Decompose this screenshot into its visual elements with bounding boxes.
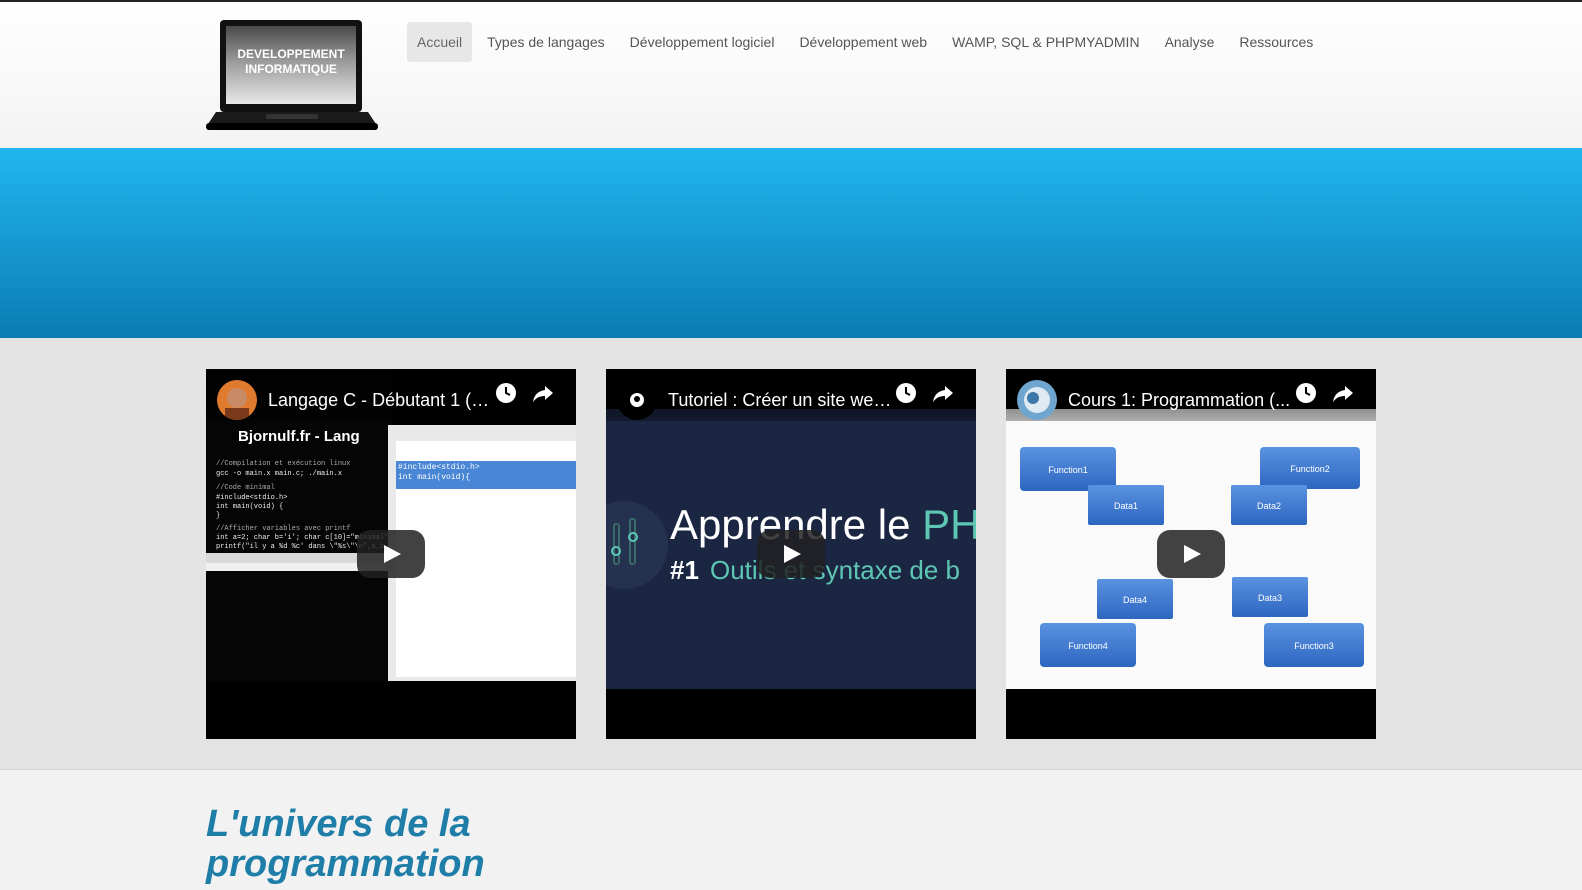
main-nav: Accueil Types de langages Développement … xyxy=(407,22,1328,62)
share-icon[interactable] xyxy=(1330,380,1356,406)
svg-text:Data1: Data1 xyxy=(1114,501,1138,511)
logo-line2: INFORMATIQUE xyxy=(245,62,337,76)
share-icon[interactable] xyxy=(930,380,956,406)
video-embed-3[interactable]: Function1 Function2 Data1 Data2 Data4 Da… xyxy=(1006,369,1376,739)
play-button[interactable] xyxy=(757,530,825,578)
thumb-site-text: Bjornulf.fr - Lang xyxy=(238,428,360,445)
svg-text:Data3: Data3 xyxy=(1258,593,1282,603)
video-title[interactable]: Langage C - Débutant 1 (N... xyxy=(268,390,494,411)
svg-text:gcc -o main.x main.c; ./main.x: gcc -o main.x main.c; ./main.x xyxy=(216,470,342,478)
svg-text:Function4: Function4 xyxy=(1068,641,1108,651)
svg-text:Function2: Function2 xyxy=(1290,464,1330,474)
channel-avatar[interactable] xyxy=(217,380,257,420)
svg-text:}: } xyxy=(216,512,220,520)
svg-text:Function3: Function3 xyxy=(1294,641,1334,651)
svg-text://Afficher variables avec prin: //Afficher variables avec printf xyxy=(216,525,350,533)
channel-avatar[interactable] xyxy=(617,380,657,420)
svg-text:Data2: Data2 xyxy=(1257,501,1281,511)
video-embed-2[interactable]: Apprendre le PHP #1 Outils et syntaxe de… xyxy=(606,369,976,739)
main-content: L'univers de la programmation xyxy=(0,770,1582,890)
svg-text:#include<stdio.h>: #include<stdio.h> xyxy=(216,494,287,502)
watch-later-icon[interactable] xyxy=(493,380,519,406)
svg-text:int main(void) {: int main(void) { xyxy=(216,503,283,511)
logo-line1: DEVELOPPEMENT xyxy=(237,47,345,61)
watch-later-icon[interactable] xyxy=(893,380,919,406)
watch-later-icon[interactable] xyxy=(1293,380,1319,406)
share-icon[interactable] xyxy=(530,380,556,406)
nav-ressources[interactable]: Ressources xyxy=(1229,22,1323,62)
svg-text:int main(void){: int main(void){ xyxy=(398,473,470,482)
nav-developpement-logiciel[interactable]: Développement logiciel xyxy=(620,22,785,62)
svg-text:#1: #1 xyxy=(670,555,699,585)
nav-developpement-web[interactable]: Développement web xyxy=(789,22,937,62)
nav-wamp-sql-phpmyadmin[interactable]: WAMP, SQL & PHPMYADMIN xyxy=(942,22,1149,62)
hero-banner xyxy=(0,148,1582,338)
play-button[interactable] xyxy=(1157,530,1225,578)
channel-avatar[interactable] xyxy=(1017,380,1057,420)
page-heading: L'univers de la programmation xyxy=(206,803,485,885)
svg-text://Code minimal: //Code minimal xyxy=(216,484,275,492)
svg-text:Function1: Function1 xyxy=(1048,465,1088,475)
site-logo[interactable]: DEVELOPPEMENT INFORMATIQUE xyxy=(206,20,378,132)
video-embed-1[interactable]: Bjornulf.fr - Lang //Compilation et exéc… xyxy=(206,369,576,739)
video-title[interactable]: Tutoriel : Créer un site web... xyxy=(668,390,894,411)
svg-text://Compilation et exécution lin: //Compilation et exécution linux xyxy=(216,460,350,468)
svg-text:#include<stdio.h>: #include<stdio.h> xyxy=(398,463,480,472)
video-section: Bjornulf.fr - Lang //Compilation et exéc… xyxy=(0,338,1582,770)
nav-types-de-langages[interactable]: Types de langages xyxy=(477,22,615,62)
svg-text:Outils et syntaxe de b: Outils et syntaxe de b xyxy=(710,555,960,585)
play-button[interactable] xyxy=(357,530,425,578)
svg-text:Data4: Data4 xyxy=(1123,595,1147,605)
video-title[interactable]: Cours 1: Programmation (... xyxy=(1068,390,1294,411)
nav-analyse[interactable]: Analyse xyxy=(1155,22,1225,62)
site-header: DEVELOPPEMENT INFORMATIQUE Accueil Types… xyxy=(0,2,1582,149)
nav-accueil[interactable]: Accueil xyxy=(407,22,473,62)
